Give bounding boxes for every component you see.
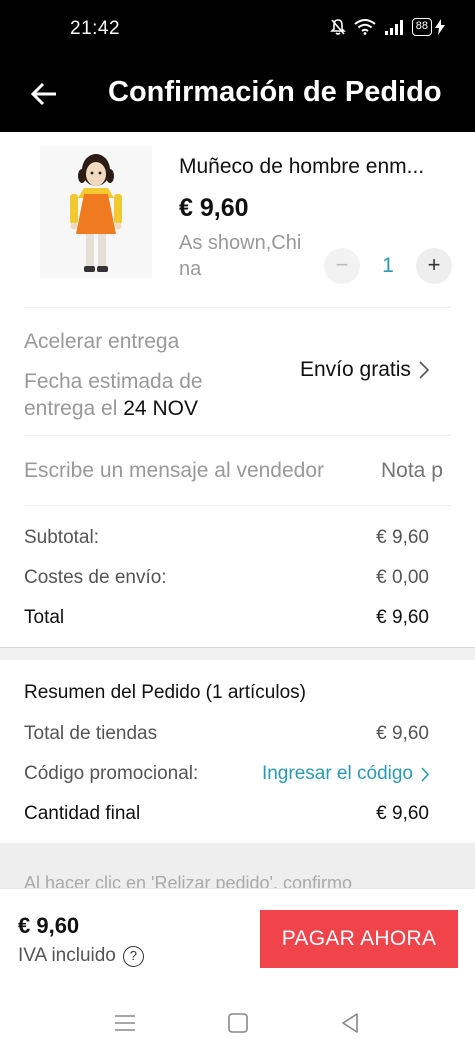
chevron-right-icon — [419, 361, 429, 379]
chevron-right-icon — [421, 766, 429, 782]
page-title: Confirmación de Pedido — [108, 76, 442, 108]
product-variant: As shown,China — [179, 232, 302, 280]
status-time: 21:42 — [70, 18, 121, 39]
pay-now-button[interactable]: PAGAR AHORA — [260, 910, 458, 968]
final-amount-value: € 9,60 — [376, 803, 429, 824]
charging-icon — [435, 19, 445, 35]
home-icon[interactable] — [224, 1010, 252, 1036]
shipping-cost-label: Costes de envío: — [24, 567, 167, 588]
terms-disclaimer-text: Al hacer clic en 'Relizar pedido', confi… — [24, 873, 353, 888]
stores-total-value: € 9,60 — [376, 723, 429, 744]
shipping-method-label: Envío gratis — [300, 358, 411, 381]
section-separator — [0, 647, 475, 660]
status-bar: 21:42 88 — [0, 0, 475, 58]
app-header: Confirmación de Pedido — [0, 58, 475, 132]
total-value: € 9,60 — [376, 607, 429, 628]
divider — [24, 307, 451, 308]
subtotal-value: € 9,60 — [376, 527, 429, 548]
battery-level: 88 — [411, 18, 432, 36]
enter-promo-code-link[interactable]: Ingresar el código — [262, 763, 429, 785]
shipping-label: Acelerar entrega — [24, 330, 180, 353]
enter-promo-code-label: Ingresar el código — [261, 763, 413, 784]
wifi-icon — [354, 19, 376, 35]
divider — [24, 505, 451, 506]
arrow-left-icon — [30, 82, 56, 106]
product-price: € 9,60 — [179, 194, 249, 222]
signal-icon — [384, 20, 403, 35]
checkout-footer: € 9,60 IVA incluido ? PAGAR AHORA — [0, 888, 475, 988]
status-icons: 88 — [329, 18, 445, 36]
seller-note-input[interactable] — [381, 459, 475, 483]
product-title[interactable]: Muñeco de hombre enm... — [179, 154, 459, 180]
delivery-estimate: Fecha estimada de entrega el 24 NOV — [24, 368, 264, 422]
back-triangle-icon[interactable] — [337, 1010, 365, 1036]
promo-code-label: Código promocional: — [24, 763, 199, 784]
help-icon[interactable]: ? — [122, 945, 144, 967]
subtotal-label: Subtotal: — [24, 527, 99, 548]
quantity-decrease-button[interactable]: − — [324, 248, 360, 284]
product-image[interactable] — [40, 146, 152, 278]
shipping-method-selector[interactable]: Envío gratis — [300, 358, 429, 382]
system-nav-bar — [0, 988, 475, 1056]
seller-message-label[interactable]: Escribe un mensaje al vendedor — [24, 459, 324, 483]
vat-label: IVA incluido — [18, 945, 116, 966]
terms-disclaimer: Al hacer clic en 'Relizar pedido', confi… — [0, 843, 475, 888]
product-card: Muñeco de hombre enm... € 9,60 As shown,… — [0, 132, 475, 307]
delivery-date: 24 NOV — [123, 397, 198, 420]
promo-code-row: Código promocional: Ingresar el código — [24, 763, 429, 785]
total-label: Total — [24, 607, 65, 628]
order-summary-title: Resumen del Pedido (1 artículos) — [24, 682, 306, 703]
footer-total: € 9,60 — [18, 913, 80, 938]
vat-info: IVA incluido ? — [18, 945, 144, 967]
shipping-cost-value: € 0,00 — [376, 567, 429, 588]
subtotal-row: Subtotal: € 9,60 — [24, 527, 429, 549]
shipping-cost-row: Costes de envío: € 0,00 — [24, 567, 429, 589]
divider — [24, 435, 451, 436]
quantity-value: 1 — [382, 254, 394, 277]
stores-total-row: Total de tiendas € 9,60 — [24, 723, 429, 745]
back-button[interactable] — [24, 74, 64, 114]
menu-icon[interactable] — [111, 1010, 139, 1036]
total-row: Total € 9,60 — [24, 607, 429, 629]
mute-icon — [329, 19, 346, 35]
final-amount-row: Cantidad final € 9,60 — [24, 803, 429, 825]
final-amount-label: Cantidad final — [24, 803, 141, 824]
stores-total-label: Total de tiendas — [24, 723, 158, 744]
battery-icon: 88 — [411, 18, 445, 36]
quantity-increase-button[interactable]: + — [416, 248, 452, 284]
